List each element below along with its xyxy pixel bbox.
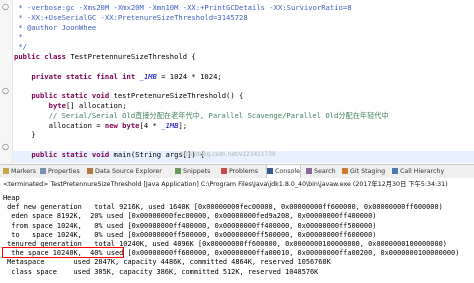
console-line: Metaspace used 2847K, capacity 4486K, co… (3, 258, 331, 267)
watermark: http://blog.csdn.net/v123411739 (180, 152, 276, 158)
code-token: private static final int (31, 71, 140, 81)
highlight-box (2, 247, 124, 258)
search-icon (306, 168, 312, 174)
data-source-explorer-icon (87, 168, 93, 174)
code-token: public static void (31, 150, 114, 159)
fold-marker-icon[interactable]: ○ (2, 143, 10, 151)
tab-label: Markers (11, 168, 37, 175)
code-line: public class TestPretennureSizeThreshold… (14, 50, 196, 64)
console-icon (267, 168, 273, 174)
tab-label: Snippets (183, 168, 211, 175)
tab-git-staging[interactable]: Git Staging (342, 165, 385, 179)
tab-call-hierarchy[interactable]: Call Hierarchy (392, 165, 444, 179)
console-line: to space 1024K, 0% used [0x00000000ff500… (3, 230, 377, 239)
code-token: _1MB (161, 120, 179, 130)
code-token: = 1024 * 1024; (156, 71, 222, 81)
markers-icon (3, 168, 9, 174)
console-title: <terminated> TestPretennureSizeThreshold… (3, 181, 448, 188)
console-line: def new generation total 9216K, used 164… (3, 203, 443, 212)
code-token: [4 * (139, 120, 162, 130)
fold-marker-icon[interactable]: ○ (2, 3, 10, 11)
code-line: public static void main(String args[]) { (14, 148, 204, 162)
tab-data-source-explorer[interactable]: Data Source Explorer (87, 165, 162, 179)
tab-label: Properties (48, 168, 80, 175)
code-line: private static final int _1MB = 1024 * 1… (14, 70, 222, 84)
console-line: from space 1024K, 0% used [0x00000000ff4… (3, 221, 377, 230)
tab-label: Git Staging (350, 168, 386, 175)
console-line: class space used 305K, capacity 386K, co… (3, 267, 319, 276)
tab-search[interactable]: Search (306, 165, 336, 179)
code-editor[interactable]: ○ ○ ○ * -verbose:gc -Xms20M -Xmx20M -Xmn… (0, 0, 474, 164)
console-line: Heap (3, 194, 20, 202)
tab-label: Console (275, 168, 300, 175)
code-line: allocation = new byte[4 * _1MB]; (14, 119, 188, 133)
code-line: } (14, 130, 36, 140)
tab-problems[interactable]: Problems (221, 165, 258, 179)
properties-icon (40, 168, 46, 174)
tab-label: Data Source Explorer (95, 168, 162, 175)
code-token: new byte (104, 120, 140, 130)
call-hierarchy-icon (392, 168, 398, 174)
problems-icon (221, 168, 227, 174)
fold-marker-icon[interactable]: ○ (2, 87, 10, 95)
console-line: eden space 8192K, 20% used [0x00000000fe… (3, 212, 377, 221)
snippets-icon (175, 168, 181, 174)
tab-label: Call Hierarchy (400, 168, 445, 175)
tab-properties[interactable]: Properties (40, 165, 80, 179)
console-header: <terminated> TestPretennureSizeThreshold… (0, 178, 474, 193)
tab-label: Problems (229, 168, 259, 175)
code-token: testPretenureSizeThreshold() { (113, 91, 244, 101)
tab-markers[interactable]: Markers (3, 165, 36, 179)
code-token: ]; (178, 120, 188, 130)
git-staging-icon (342, 168, 348, 174)
code-line: * @author JoonWhee (14, 22, 97, 32)
tab-console[interactable]: Console (266, 165, 301, 179)
code-token: _1MB (139, 71, 157, 81)
code-token: TestPretennureSizeThreshold { (70, 52, 196, 61)
editor-gutter: ○ ○ ○ (0, 0, 13, 164)
tab-label: Search (314, 168, 336, 175)
console-output[interactable]: Heap def new generation total 9216K, use… (0, 192, 474, 283)
tab-snippets[interactable]: Snippets (175, 165, 210, 179)
code-token: public class (14, 52, 71, 61)
